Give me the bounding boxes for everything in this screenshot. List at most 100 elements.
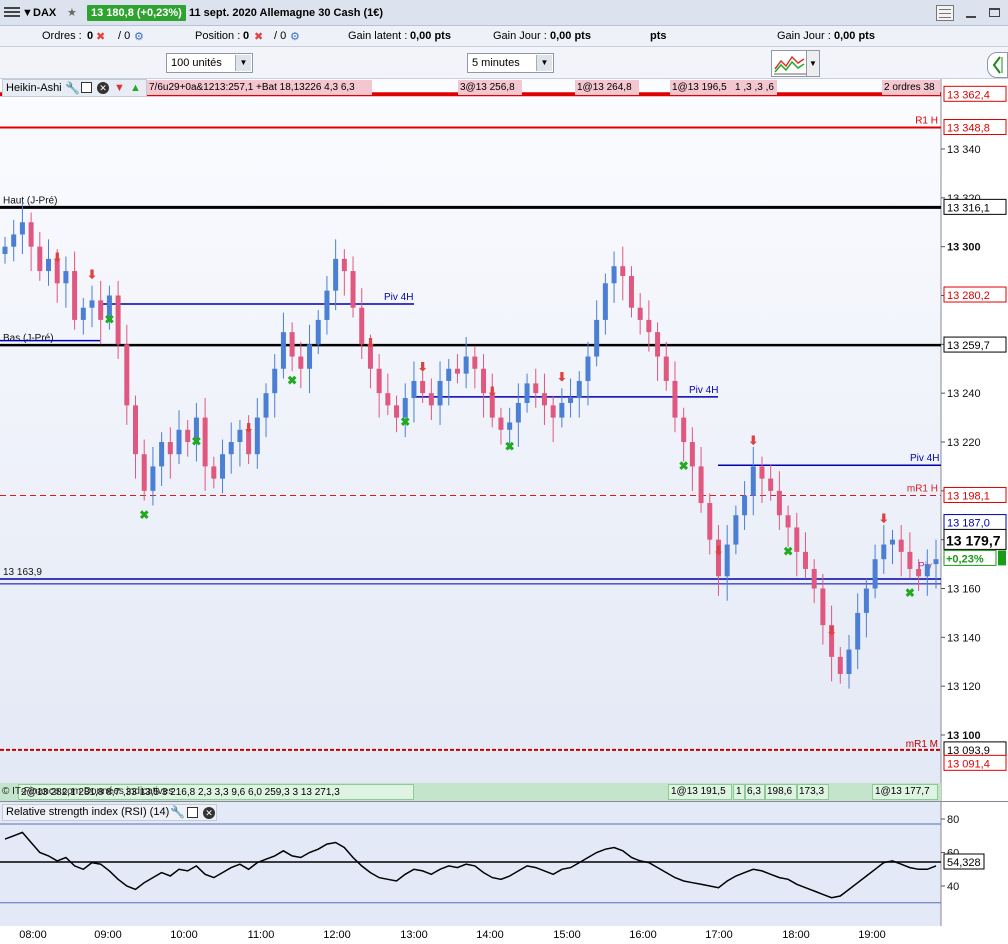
current-price-label: 13 179,7 xyxy=(946,532,1001,548)
candle-body xyxy=(881,544,887,560)
price-level-box-label: 13 362,4 xyxy=(947,89,990,101)
candle-body xyxy=(568,398,574,403)
instrument-symbol[interactable]: DAX xyxy=(33,5,56,21)
candle-body xyxy=(176,429,182,455)
candle-body xyxy=(916,568,922,577)
executed-order-ticket[interactable]: 1 xyxy=(733,784,745,800)
candle-body xyxy=(898,539,904,552)
wrench-icon[interactable]: 🔧 xyxy=(65,81,80,95)
price-chart-svg[interactable]: R1 H Haut (J-Pré) Bas (J-Pré) mR1 H 13 163,9… xyxy=(0,79,1008,801)
sell-signal-icon: ⬇ xyxy=(244,421,254,435)
window-icon[interactable] xyxy=(81,82,92,93)
candle-body xyxy=(341,258,347,272)
buy-arrow-icon[interactable]: ▲ xyxy=(130,82,141,94)
chart-type-button[interactable] xyxy=(771,50,809,77)
sell-signal-icon: ⬇ xyxy=(879,512,889,526)
price-level-box-label: 13 198,1 xyxy=(947,490,990,502)
candle-body xyxy=(428,393,434,406)
buy-signal-icon: ✖ xyxy=(191,435,201,449)
window-icon[interactable] xyxy=(187,807,198,818)
close-position-icon[interactable]: ✖ xyxy=(254,30,263,43)
candle-body xyxy=(463,356,469,374)
executed-order-ticket[interactable]: 1@13 191,5 xyxy=(668,784,732,800)
pts-fragment: pts xyxy=(650,30,667,42)
price-chart-panel[interactable]: R1 H Haut (J-Pré) Bas (J-Pré) mR1 H 13 163,9… xyxy=(0,79,1008,801)
chart-type-dropdown-icon[interactable]: ▼ xyxy=(806,50,820,77)
position-settings-icon[interactable]: ⚙ xyxy=(290,30,300,43)
candle-body xyxy=(133,405,139,455)
favorite-star-icon[interactable]: ★ xyxy=(67,5,77,21)
candle-body xyxy=(80,307,86,320)
window-menu-icon[interactable] xyxy=(4,5,20,21)
executed-order-ticket[interactable]: 1@13 177,7 xyxy=(872,784,938,800)
candle-body xyxy=(411,380,417,399)
keyboard-icon[interactable] xyxy=(936,5,954,21)
price-tick-label: 13 220 xyxy=(947,437,981,449)
maximize-icon[interactable] xyxy=(986,5,1004,21)
executed-order-ticket[interactable]: 6,3 xyxy=(745,784,765,800)
candle-body xyxy=(141,454,147,491)
buy-signal-icon: ✖ xyxy=(104,313,114,327)
chevron-down-icon[interactable]: ▼ xyxy=(536,55,552,71)
candle-body xyxy=(228,442,234,455)
cancel-orders-icon[interactable]: ✖ xyxy=(96,30,105,43)
buy-signal-icon: ✖ xyxy=(905,586,915,600)
candle-body xyxy=(602,283,608,320)
close-icon[interactable]: ✕ xyxy=(203,807,215,819)
rsi-panel[interactable]: 80 60 40 54,328 Relative strength index (RS… xyxy=(0,801,1008,926)
wrench-icon[interactable]: 🔧 xyxy=(170,805,185,819)
candle-body xyxy=(472,356,478,369)
executed-order-ticket[interactable]: 198,6 xyxy=(765,784,797,800)
candle-body xyxy=(802,551,808,569)
price-tick-label: 13 300 xyxy=(947,242,981,254)
close-icon[interactable]: ✕ xyxy=(97,82,109,94)
candle-body xyxy=(385,393,391,406)
dropdown-arrow-icon[interactable]: ▼ xyxy=(22,5,33,21)
candle-body xyxy=(2,246,8,254)
mr1-m-label: mR1 M xyxy=(906,739,938,750)
orders-settings-icon[interactable]: ⚙ xyxy=(134,30,144,43)
candle-body xyxy=(672,380,678,418)
price-level-box-label: 13 280,2 xyxy=(947,290,990,302)
time-tick: 12:00 xyxy=(323,929,351,941)
order-ticket[interactable]: 2 ordres 38 xyxy=(882,80,940,95)
price-tick-label: 13 140 xyxy=(947,632,981,644)
candle-body xyxy=(220,454,226,479)
candle-body xyxy=(46,258,52,272)
chevron-down-icon[interactable]: ▼ xyxy=(235,55,251,71)
candle-body xyxy=(768,478,774,491)
gain-jour-2-value: 0,00 pts xyxy=(834,30,875,42)
account-stats-bar: Ordres : 0 ✖ / 0 ⚙ Position : 0 ✖ / 0 ⚙ … xyxy=(0,26,1008,47)
candle-body xyxy=(620,266,626,276)
window-titlebar: ▼ DAX ★ 13 180,8 (+0,23%) 11 sept. 2020 … xyxy=(0,0,1008,26)
candle-body xyxy=(254,417,260,455)
chart-type-icon xyxy=(774,55,806,75)
candle-body xyxy=(11,234,17,247)
time-tick: 16:00 xyxy=(629,929,657,941)
executed-order-ticket[interactable]: 173,3 xyxy=(797,784,829,800)
candle-body xyxy=(811,568,817,589)
position-label: Position : xyxy=(195,30,241,42)
timeframe-select[interactable]: 5 minutes ▼ xyxy=(467,53,554,73)
candle-body xyxy=(394,405,400,418)
order-ticket[interactable]: 1@13 196,5 xyxy=(670,80,733,95)
side-panel-toggle-icon[interactable] xyxy=(987,52,1008,78)
sell-arrow-icon[interactable]: ▼ xyxy=(114,82,125,94)
order-ticket[interactable]: 1@13 264,8 xyxy=(575,80,639,95)
candle-body xyxy=(907,551,913,569)
candle-body xyxy=(524,383,530,403)
order-ticket[interactable]: 3@13 256,8 xyxy=(458,80,522,95)
candle-body xyxy=(324,290,330,320)
price-tick-label: 13 100 xyxy=(947,730,981,742)
candle-body xyxy=(733,515,739,545)
candle-body xyxy=(785,515,791,528)
candle-body xyxy=(89,300,95,308)
candle-body xyxy=(689,442,695,467)
candle-body xyxy=(750,466,756,496)
quantity-select[interactable]: 100 unités ▼ xyxy=(166,53,253,73)
buy-signal-icon: ✖ xyxy=(679,459,689,473)
order-ticket[interactable]: 1 ,3 ,3 ,6 xyxy=(733,80,777,95)
candle-body xyxy=(167,442,173,455)
order-ticket-strip[interactable]: 7/6u29+0a&1213:257,1 +Bat 18,13226 4,3 6… xyxy=(147,80,372,95)
minimize-icon[interactable] xyxy=(962,5,980,21)
